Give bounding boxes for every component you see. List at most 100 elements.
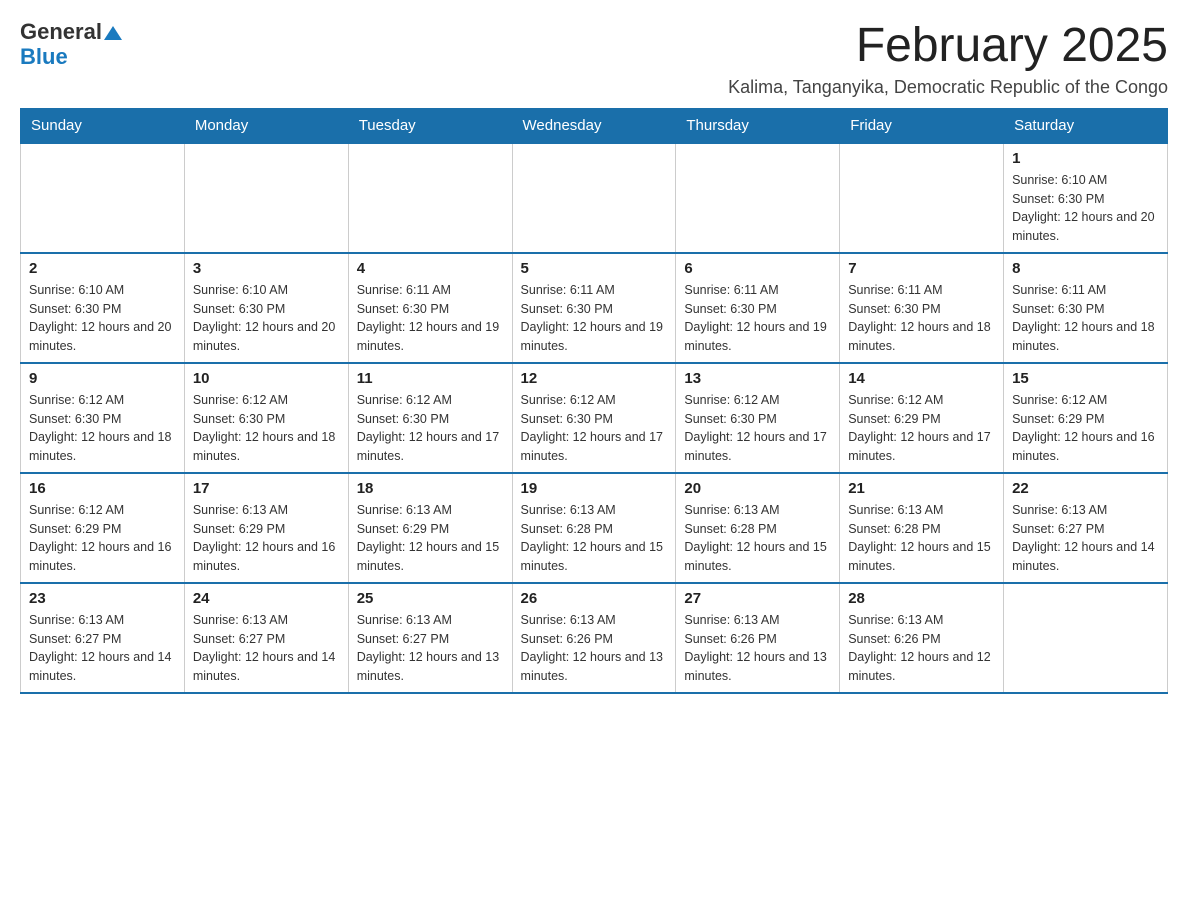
- calendar-day-cell: 26Sunrise: 6:13 AM Sunset: 6:26 PM Dayli…: [512, 583, 676, 693]
- calendar-week-row: 2 Sunrise: 6:10 AM Sunset: 6:30 PM Daylig…: [21, 253, 1168, 363]
- calendar-week-row: 23 Sunrise: 6:13 AM Sunset: 6:27 PM Dayli…: [21, 583, 1168, 693]
- calendar-day-cell: 2 Sunrise: 6:10 AM Sunset: 6:30 PM Daylig…: [21, 253, 185, 363]
- day-info: Sunrise: 6:12 AM Sunset: 6:30 PM Dayligh…: [521, 391, 668, 466]
- day-number: 25: [357, 590, 504, 607]
- calendar-week-row: 1 Sunrise: 6:10 AM Sunset: 6:30 PM Daylig…: [21, 143, 1168, 253]
- calendar-day-cell: 22Sunrise: 6:13 AM Sunset: 6:27 PM Dayli…: [1004, 473, 1168, 583]
- day-number: 1: [1012, 150, 1159, 167]
- day-info: Sunrise: 6:13 AM Sunset: 6:29 PM Dayligh…: [193, 501, 340, 576]
- calendar-day-cell: 5 Sunrise: 6:11 AM Sunset: 6:30 PM Daylig…: [512, 253, 676, 363]
- calendar-day-cell: [184, 143, 348, 253]
- calendar-day-cell: 17 Sunrise: 6:13 AM Sunset: 6:29 PM Dayli…: [184, 473, 348, 583]
- day-info: Sunrise: 6:11 AM Sunset: 6:30 PM Dayligh…: [521, 281, 668, 356]
- calendar-day-cell: 13 Sunrise: 6:12 AM Sunset: 6:30 PM Dayli…: [676, 363, 840, 473]
- logo-triangle-icon: [104, 21, 122, 45]
- day-number: 8: [1012, 260, 1159, 277]
- calendar-day-cell: 7 Sunrise: 6:11 AM Sunset: 6:30 PM Daylig…: [840, 253, 1004, 363]
- calendar-day-cell: 4 Sunrise: 6:11 AM Sunset: 6:30 PM Daylig…: [348, 253, 512, 363]
- day-number: 14: [848, 370, 995, 387]
- page-subtitle: Kalima, Tanganyika, Democratic Republic …: [728, 77, 1168, 98]
- page-header: General Blue February 2025 Kalima, Tanga…: [20, 20, 1168, 98]
- page-title: February 2025: [728, 20, 1168, 73]
- day-number: 23: [29, 590, 176, 607]
- day-info: Sunrise: 6:11 AM Sunset: 6:30 PM Dayligh…: [848, 281, 995, 356]
- day-number: 26: [521, 590, 668, 607]
- day-number: 21: [848, 480, 995, 497]
- day-info: Sunrise: 6:10 AM Sunset: 6:30 PM Dayligh…: [1012, 171, 1159, 246]
- calendar-day-cell: 1 Sunrise: 6:10 AM Sunset: 6:30 PM Daylig…: [1004, 143, 1168, 253]
- day-number: 13: [684, 370, 831, 387]
- day-info: Sunrise: 6:11 AM Sunset: 6:30 PM Dayligh…: [1012, 281, 1159, 356]
- calendar-day-cell: [348, 143, 512, 253]
- calendar-day-cell: 12 Sunrise: 6:12 AM Sunset: 6:30 PM Dayli…: [512, 363, 676, 473]
- calendar-day-cell: [840, 143, 1004, 253]
- header-monday: Monday: [184, 108, 348, 143]
- calendar-week-row: 9 Sunrise: 6:12 AM Sunset: 6:30 PM Daylig…: [21, 363, 1168, 473]
- header-tuesday: Tuesday: [348, 108, 512, 143]
- header-thursday: Thursday: [676, 108, 840, 143]
- day-number: 17: [193, 480, 340, 497]
- day-info: Sunrise: 6:13 AM Sunset: 6:26 PM Dayligh…: [684, 611, 831, 686]
- day-number: 2: [29, 260, 176, 277]
- day-number: 5: [521, 260, 668, 277]
- day-number: 6: [684, 260, 831, 277]
- day-number: 4: [357, 260, 504, 277]
- day-info: Sunrise: 6:12 AM Sunset: 6:29 PM Dayligh…: [1012, 391, 1159, 466]
- day-number: 18: [357, 480, 504, 497]
- calendar-day-cell: 14 Sunrise: 6:12 AM Sunset: 6:29 PM Dayli…: [840, 363, 1004, 473]
- weekday-header-row: Sunday Monday Tuesday Wednesday Thursday…: [21, 108, 1168, 143]
- calendar-day-cell: 8 Sunrise: 6:11 AM Sunset: 6:30 PM Daylig…: [1004, 253, 1168, 363]
- header-friday: Friday: [840, 108, 1004, 143]
- day-number: 27: [684, 590, 831, 607]
- day-number: 16: [29, 480, 176, 497]
- day-info: Sunrise: 6:10 AM Sunset: 6:30 PM Dayligh…: [193, 281, 340, 356]
- day-number: 3: [193, 260, 340, 277]
- calendar-week-row: 16 Sunrise: 6:12 AM Sunset: 6:29 PM Dayli…: [21, 473, 1168, 583]
- calendar-day-cell: 25 Sunrise: 6:13 AM Sunset: 6:27 PM Dayli…: [348, 583, 512, 693]
- header-sunday: Sunday: [21, 108, 185, 143]
- calendar-day-cell: 21 Sunrise: 6:13 AM Sunset: 6:28 PM Dayli…: [840, 473, 1004, 583]
- logo-general-text: General: [20, 19, 102, 44]
- calendar-day-cell: 23 Sunrise: 6:13 AM Sunset: 6:27 PM Dayli…: [21, 583, 185, 693]
- day-info: Sunrise: 6:12 AM Sunset: 6:30 PM Dayligh…: [357, 391, 504, 466]
- header-wednesday: Wednesday: [512, 108, 676, 143]
- day-number: 7: [848, 260, 995, 277]
- day-number: 10: [193, 370, 340, 387]
- logo: General Blue: [20, 20, 122, 69]
- day-info: Sunrise: 6:10 AM Sunset: 6:30 PM Dayligh…: [29, 281, 176, 356]
- day-info: Sunrise: 6:12 AM Sunset: 6:30 PM Dayligh…: [684, 391, 831, 466]
- day-info: Sunrise: 6:13 AM Sunset: 6:27 PM Dayligh…: [357, 611, 504, 686]
- day-info: Sunrise: 6:11 AM Sunset: 6:30 PM Dayligh…: [357, 281, 504, 356]
- day-info: Sunrise: 6:13 AM Sunset: 6:28 PM Dayligh…: [848, 501, 995, 576]
- calendar-day-cell: 20Sunrise: 6:13 AM Sunset: 6:28 PM Dayli…: [676, 473, 840, 583]
- day-number: 15: [1012, 370, 1159, 387]
- day-info: Sunrise: 6:12 AM Sunset: 6:29 PM Dayligh…: [848, 391, 995, 466]
- calendar-day-cell: [21, 143, 185, 253]
- day-number: 11: [357, 370, 504, 387]
- calendar-day-cell: [1004, 583, 1168, 693]
- day-info: Sunrise: 6:12 AM Sunset: 6:29 PM Dayligh…: [29, 501, 176, 576]
- calendar-day-cell: [676, 143, 840, 253]
- calendar-day-cell: 15 Sunrise: 6:12 AM Sunset: 6:29 PM Dayli…: [1004, 363, 1168, 473]
- day-number: 19: [521, 480, 668, 497]
- header-saturday: Saturday: [1004, 108, 1168, 143]
- day-info: Sunrise: 6:13 AM Sunset: 6:26 PM Dayligh…: [848, 611, 995, 686]
- calendar-day-cell: 3 Sunrise: 6:10 AM Sunset: 6:30 PM Daylig…: [184, 253, 348, 363]
- day-number: 28: [848, 590, 995, 607]
- day-number: 9: [29, 370, 176, 387]
- title-area: February 2025 Kalima, Tanganyika, Democr…: [728, 20, 1168, 98]
- day-number: 12: [521, 370, 668, 387]
- calendar-day-cell: 24Sunrise: 6:13 AM Sunset: 6:27 PM Dayli…: [184, 583, 348, 693]
- calendar-table: Sunday Monday Tuesday Wednesday Thursday…: [20, 108, 1168, 694]
- calendar-day-cell: 28 Sunrise: 6:13 AM Sunset: 6:26 PM Dayli…: [840, 583, 1004, 693]
- calendar-day-cell: 6 Sunrise: 6:11 AM Sunset: 6:30 PM Daylig…: [676, 253, 840, 363]
- day-info: Sunrise: 6:13 AM Sunset: 6:27 PM Dayligh…: [29, 611, 176, 686]
- calendar-day-cell: 10Sunrise: 6:12 AM Sunset: 6:30 PM Dayli…: [184, 363, 348, 473]
- day-info: Sunrise: 6:11 AM Sunset: 6:30 PM Dayligh…: [684, 281, 831, 356]
- day-number: 24: [193, 590, 340, 607]
- day-info: Sunrise: 6:13 AM Sunset: 6:27 PM Dayligh…: [1012, 501, 1159, 576]
- day-info: Sunrise: 6:13 AM Sunset: 6:28 PM Dayligh…: [521, 501, 668, 576]
- calendar-day-cell: 9Sunrise: 6:12 AM Sunset: 6:30 PM Daylig…: [21, 363, 185, 473]
- logo-blue-text: Blue: [20, 44, 68, 69]
- calendar-day-cell: 18Sunrise: 6:13 AM Sunset: 6:29 PM Dayli…: [348, 473, 512, 583]
